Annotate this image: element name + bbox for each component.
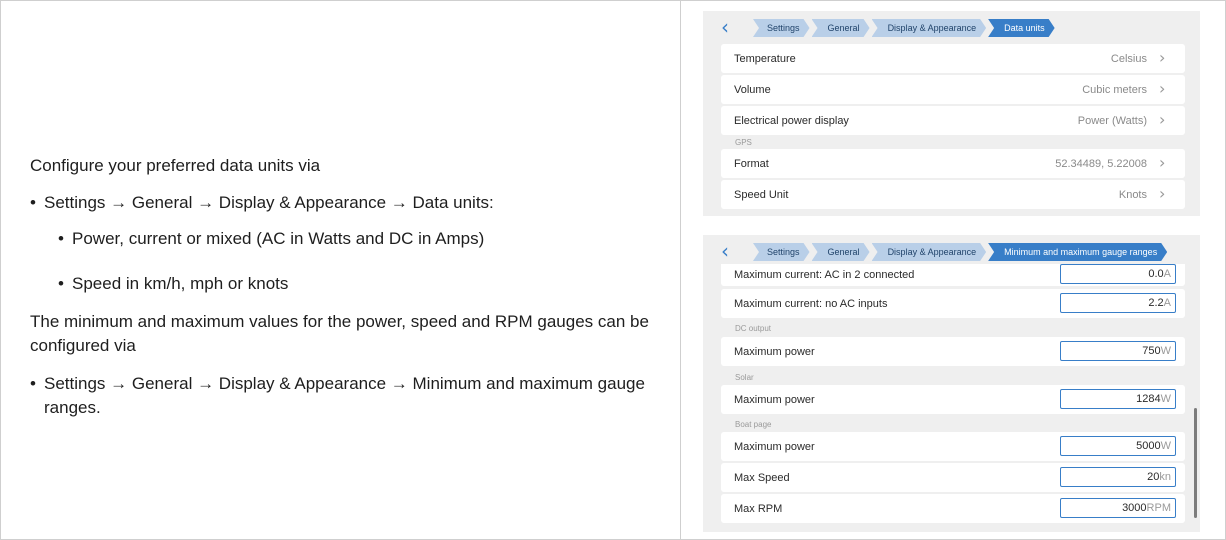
solar-max-power-field[interactable]: 1284W xyxy=(1060,389,1176,409)
breadcrumb: ‹ Settings General Display & Appearance … xyxy=(721,241,1169,262)
dc-output-section-header: DC output xyxy=(735,324,772,333)
speed-unit-row[interactable]: Speed Unit Knots › xyxy=(721,180,1185,209)
sub-item-speed: Speed in km/h, mph or knots xyxy=(58,272,650,296)
breadcrumb-general[interactable]: General xyxy=(812,19,870,37)
breadcrumb: ‹ Settings General Display & Appearance … xyxy=(721,17,1057,38)
chevron-right-icon: › xyxy=(1159,183,1166,203)
gps-format-row[interactable]: Format 52.34489, 5.22008 › xyxy=(721,149,1185,178)
dc-max-power-field[interactable]: 750W xyxy=(1060,341,1176,361)
row-value: Cubic meters xyxy=(1082,83,1147,96)
max-current-ac-in-2-row: Maximum current: AC in 2 connected 0.0A xyxy=(721,264,1185,286)
row-value: Knots xyxy=(1118,188,1147,201)
max-speed-row: Max Speed 20kn xyxy=(721,463,1185,492)
breadcrumb-data-units: Data units xyxy=(988,19,1055,37)
max-current-no-ac-field[interactable]: 2.2A xyxy=(1060,293,1176,313)
volume-row[interactable]: Volume Cubic meters › xyxy=(721,75,1185,104)
breadcrumb-gauge-ranges: Minimum and maximum gauge ranges xyxy=(988,243,1167,261)
row-label: Volume xyxy=(734,83,771,96)
row-label: Temperature xyxy=(734,52,796,65)
max-rpm-field[interactable]: 3000RPM xyxy=(1060,498,1176,518)
solar-section-header: Solar xyxy=(735,373,754,382)
chevron-right-icon: › xyxy=(1159,109,1166,129)
boat-max-power-row: Maximum power 5000W xyxy=(721,432,1185,461)
boat-page-section-header: Boat page xyxy=(735,420,772,429)
row-label: Electrical power display xyxy=(734,114,849,127)
breadcrumb-general[interactable]: General xyxy=(812,243,870,261)
row-value: 52.34489, 5.22008 xyxy=(1055,157,1147,170)
max-current-no-ac-row: Maximum current: no AC inputs 2.2A xyxy=(721,289,1185,318)
gauge-ranges-text: The minimum and maximum values for the p… xyxy=(30,312,649,355)
breadcrumb-settings[interactable]: Settings xyxy=(753,243,810,261)
data-units-path: Settings → General → Display & Appearanc… xyxy=(30,191,650,296)
chevron-right-icon: › xyxy=(1159,78,1166,98)
temperature-row[interactable]: Temperature Celsius › xyxy=(721,44,1185,73)
solar-max-power-row: Maximum power 1284W xyxy=(721,385,1185,414)
gps-section-header: GPS xyxy=(735,138,752,147)
boat-max-power-field[interactable]: 5000W xyxy=(1060,436,1176,456)
breadcrumb-settings[interactable]: Settings xyxy=(753,19,810,37)
breadcrumb-display-appearance[interactable]: Display & Appearance xyxy=(872,243,987,261)
breadcrumb-display-appearance[interactable]: Display & Appearance xyxy=(872,19,987,37)
max-speed-field[interactable]: 20kn xyxy=(1060,467,1176,487)
gauge-ranges-screen: ‹ Settings General Display & Appearance … xyxy=(703,235,1200,532)
dc-max-power-row: Maximum power 750W xyxy=(721,337,1185,366)
documentation-text: Configure your preferred data units via … xyxy=(30,154,650,420)
data-units-screen: ‹ Settings General Display & Appearance … xyxy=(703,11,1200,216)
row-label: Format xyxy=(734,157,769,170)
max-rpm-row: Max RPM 3000RPM xyxy=(721,494,1185,523)
row-value: Power (Watts) xyxy=(1077,114,1147,127)
electrical-power-display-row[interactable]: Electrical power display Power (Watts) › xyxy=(721,106,1185,135)
row-value: Celsius xyxy=(1110,52,1147,65)
intro-text: Configure your preferred data units via xyxy=(30,156,321,175)
chevron-right-icon: › xyxy=(1159,152,1166,172)
scrollbar[interactable] xyxy=(1194,408,1197,518)
chevron-left-icon[interactable]: ‹ xyxy=(721,17,739,38)
row-label: Speed Unit xyxy=(734,188,789,201)
column-divider xyxy=(680,0,681,540)
chevron-left-icon[interactable]: ‹ xyxy=(721,241,739,262)
chevron-right-icon: › xyxy=(1159,47,1166,67)
max-current-ac-in-2-field[interactable]: 0.0A xyxy=(1060,264,1176,284)
gauge-ranges-path: Settings → General → Display & Appearanc… xyxy=(30,372,650,420)
sub-item-power: Power, current or mixed (AC in Watts and… xyxy=(58,227,650,251)
